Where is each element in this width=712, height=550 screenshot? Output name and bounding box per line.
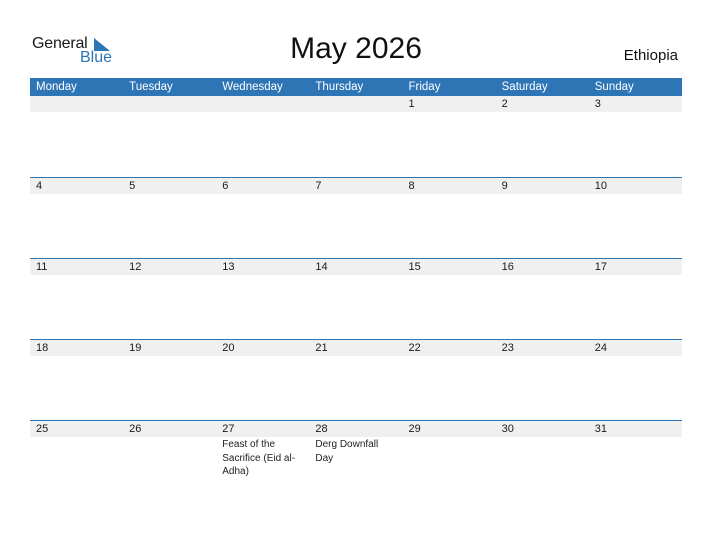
holiday-event: Derg Downfall Day: [315, 439, 379, 464]
weeks-container: 1 2 3 4 5 6 7 8 9 10 11 12 13 14 15 16 17 18 19 20 21 22 23 24 2…: [30, 96, 682, 530]
day-number: 25: [36, 423, 49, 435]
date-number-bar: 4 5 6 7 8 9 10: [30, 177, 682, 194]
holiday-event: [216, 112, 309, 113]
day-number: [123, 96, 216, 112]
day-number: 16: [501, 261, 514, 273]
day-number: 6: [222, 180, 229, 192]
holiday-event: [403, 437, 496, 479]
day-number: 3: [594, 98, 601, 110]
day-number: 8: [408, 180, 415, 192]
holiday-event: [309, 275, 402, 276]
day-number: 11: [36, 261, 48, 273]
country-label: Ethiopia: [623, 47, 678, 64]
day-number: 29: [408, 423, 421, 435]
week-row: 25 26 27 28 29 30 31 Feast of the Sacrifice (Ei…: [30, 420, 682, 530]
holiday-event: [216, 356, 309, 357]
day-number: 19: [129, 342, 142, 354]
day-number: 5: [129, 180, 136, 192]
events-row: [30, 275, 682, 276]
holiday-event: [496, 194, 589, 195]
week-row: 18 19 20 21 22 23 24: [30, 339, 682, 420]
holiday-event: [309, 194, 402, 195]
holiday-event: [496, 112, 589, 113]
holiday-event: [403, 112, 496, 113]
holiday-event: [403, 356, 496, 357]
day-number: 13: [222, 261, 235, 273]
holiday-event: [30, 194, 123, 195]
weekday-header: Friday: [408, 81, 441, 93]
holiday-event: [496, 356, 589, 357]
date-number-bar: 11 12 13 14 15 16 17: [30, 258, 682, 275]
holiday-event: [123, 356, 216, 357]
day-number: 10: [594, 180, 607, 192]
holiday-event: [30, 112, 123, 113]
day-number: 12: [129, 261, 142, 273]
day-number: [309, 96, 402, 112]
events-row: Feast of the Sacrifice (Eid al-Adha) Derg…: [30, 437, 682, 479]
holiday-event: [216, 194, 309, 195]
day-number: 23: [501, 342, 514, 354]
holiday-event: [123, 275, 216, 276]
events-row: [30, 112, 682, 113]
day-number: 31: [594, 423, 607, 435]
events-row: [30, 194, 682, 195]
holiday-event: [30, 437, 123, 479]
day-number: 9: [501, 180, 508, 192]
week-row: 1 2 3: [30, 96, 682, 177]
holiday-event: [589, 437, 682, 479]
holiday-event: [216, 275, 309, 276]
holiday-event: [589, 356, 682, 357]
weekday-header-row: Monday Tuesday Wednesday Thursday Friday…: [30, 78, 682, 96]
date-number-bar: 25 26 27 28 29 30 31: [30, 420, 682, 437]
holiday-event: [123, 112, 216, 113]
day-number: [30, 96, 123, 112]
day-number: 17: [594, 261, 607, 273]
day-number: 2: [501, 98, 508, 110]
holiday-event: [403, 275, 496, 276]
holiday-event: [589, 194, 682, 195]
weekday-header: Monday: [36, 81, 77, 93]
day-number: 20: [222, 342, 235, 354]
holiday-event: [30, 275, 123, 276]
weekday-header: Sunday: [594, 81, 634, 93]
day-number: 14: [315, 261, 328, 273]
day-number: 1: [408, 98, 415, 110]
day-number: 22: [408, 342, 421, 354]
holiday-event: [589, 112, 682, 113]
day-number: 26: [129, 423, 142, 435]
date-number-bar: 18 19 20 21 22 23 24: [30, 339, 682, 356]
weekday-header: Saturday: [501, 81, 548, 93]
day-number: 7: [315, 180, 322, 192]
date-number-bar: 1 2 3: [30, 96, 682, 112]
holiday-event: [403, 194, 496, 195]
day-number: 30: [501, 423, 514, 435]
day-number: 27: [222, 423, 235, 435]
calendar-grid: Monday Tuesday Wednesday Thursday Friday…: [30, 78, 682, 530]
weekday-header: Thursday: [315, 81, 364, 93]
day-number: 4: [36, 180, 43, 192]
holiday-event: [30, 356, 123, 357]
holiday-event: Feast of the Sacrifice (Eid al-Adha): [222, 439, 296, 477]
week-row: 11 12 13 14 15 16 17: [30, 258, 682, 339]
holiday-event: [309, 356, 402, 357]
day-number: [216, 96, 309, 112]
weekday-header: Wednesday: [222, 81, 283, 93]
day-number: 21: [315, 342, 328, 354]
holiday-event: [589, 275, 682, 276]
holiday-event: [309, 112, 402, 113]
day-number: 15: [408, 261, 421, 273]
events-row: [30, 356, 682, 357]
holiday-event: [123, 437, 216, 479]
holiday-event: [496, 437, 589, 479]
day-number: 24: [594, 342, 607, 354]
calendar-title: May 2026: [290, 32, 422, 65]
day-number: 28: [315, 423, 328, 435]
week-row: 4 5 6 7 8 9 10: [30, 177, 682, 258]
weekday-header: Tuesday: [129, 81, 173, 93]
holiday-event: [123, 194, 216, 195]
holiday-event: [496, 275, 589, 276]
day-number: 18: [36, 342, 49, 354]
